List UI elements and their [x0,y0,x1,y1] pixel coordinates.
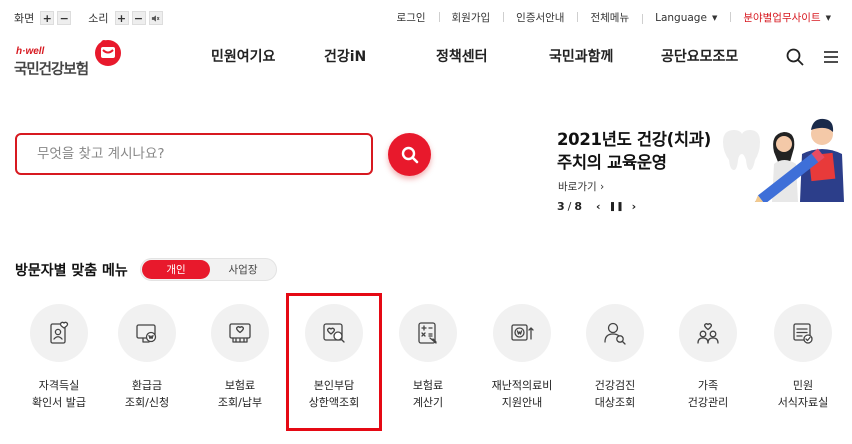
menu-item-premium-payment[interactable]: 보험료 조회/납부 [198,304,282,411]
caret-down-icon: ▼ [711,13,718,22]
top-links: 로그인 회원가입 인증서안내 전체메뉴 Language ▼ 분야별업무사이트 ▼ [384,10,844,25]
nav-policy-center[interactable]: 정책센터 [436,46,488,66]
forms-icon [774,304,832,362]
hamburger-menu-icon[interactable] [821,47,841,67]
screen-zoom-out-button[interactable]: − [57,11,72,25]
menu-item-label-line1: 환급금 [131,379,163,392]
language-label: Language [655,11,707,24]
menu-item-health-checkup[interactable]: 건강검진 대상조회 [573,304,657,411]
menu-item-label-line2: 계산기 [412,396,444,409]
nav-with-people[interactable]: 국민과함께 [549,46,613,66]
banner-title[interactable]: 2021년도 건강(치과) 주치의 교육운영 [557,128,711,174]
menu-item-label-line2: 조회/납부 [217,396,263,409]
menu-item-label-line1: 보험료 [412,379,444,392]
certificate-icon [30,304,88,362]
calculator-icon [399,304,457,362]
sound-label: 소리 [88,12,109,25]
menu-item-refund[interactable]: 환급금 조회/신청 [105,304,189,411]
nav-health-in[interactable]: 건강iN [324,46,366,66]
menu-item-family-health[interactable]: 가족 건강관리 [666,304,750,411]
premium-payment-icon [211,304,269,362]
speaker-icon[interactable] [148,11,163,25]
menu-item-catastrophic-medical-support[interactable]: 재난적의료비 지원안내 [480,304,564,411]
menu-item-label-line2: 서식자료실 [777,396,829,409]
menu-item-premium-calculator[interactable]: 보험료 계산기 [386,304,470,411]
menu-item-label-line1: 가족 [697,379,719,392]
field-sites-select[interactable]: 분야별업무사이트 ▼ [730,10,844,25]
search-icon[interactable] [785,47,805,67]
accessibility-controls: 화면 + − 소리 + − [14,10,180,26]
search-input[interactable] [17,135,371,173]
banner-pause-button[interactable]: ❚❚ [609,202,624,212]
checkup-icon [586,304,644,362]
utility-bar: 화면 + − 소리 + − 로그인 회원가입 인증서안내 전체메뉴 Langua… [0,0,852,34]
search-icon [401,146,418,163]
banner-more-link[interactable]: 바로가기 › [558,179,604,194]
screen-size-label: 화면 [14,12,35,25]
menu-item-label-line2: 지원안내 [501,396,543,409]
banner-prev-button[interactable]: ‹ [596,200,601,213]
menu-item-label-line1: 민원 [792,379,814,392]
menu-item-label-line2: 확인서 발급 [31,396,87,409]
volume-up-button[interactable]: + [114,11,129,25]
menu-item-civil-forms[interactable]: 민원 서식자료실 [761,304,845,411]
banner-title-line1: 2021년도 건강(치과) [557,130,711,149]
banner-controls: 3 / 8 ‹ ❚❚ › [557,200,636,213]
refund-icon [118,304,176,362]
certificate-info-link[interactable]: 인증서안내 [503,10,577,25]
menu-item-label-line2: 건강관리 [687,396,729,409]
menu-item-qualification-certificate[interactable]: 자격득실 확인서 발급 [17,304,101,411]
selection-highlight-box [286,293,382,431]
visitor-type-toggle: 개인 사업장 [140,258,277,281]
banner-page-separator: / [567,200,572,213]
banner-total-pages: 8 [574,200,583,213]
nav-civil-service[interactable]: 민원여기요 [211,46,275,66]
search-button[interactable] [388,133,431,176]
volume-down-button[interactable]: − [131,11,146,25]
tab-individual[interactable]: 개인 [142,260,210,279]
sound-control: 소리 + − [88,10,165,26]
nav-about-corporation[interactable]: 공단요모조모 [661,46,738,66]
main-navigation: 민원여기요 건강iN 정책센터 국민과함께 공단요모조모 [0,46,852,70]
banner-current-page: 3 [557,200,565,213]
menu-item-label-line1: 재난적의료비 [491,379,553,392]
medical-support-icon [493,304,551,362]
menu-item-label-line1: 건강검진 [594,379,636,392]
menu-item-label-line1: 보험료 [224,379,256,392]
screen-zoom-in-button[interactable]: + [40,11,55,25]
banner-next-button[interactable]: › [632,200,637,213]
language-select[interactable]: Language ▼ [642,12,730,24]
menu-item-label-line2: 대상조회 [594,396,636,409]
field-sites-label: 분야별업무사이트 [743,12,821,24]
caret-down-icon: ▼ [825,14,831,22]
menu-item-label-line1: 자격득실 [38,379,80,392]
tab-business[interactable]: 사업장 [211,260,275,279]
screen-size-control: 화면 + − [14,10,74,26]
signup-link[interactable]: 회원가입 [438,10,504,25]
menu-item-label-line2: 조회/신청 [124,396,170,409]
all-menu-link[interactable]: 전체메뉴 [577,10,642,25]
banner-title-line2: 주치의 교육운영 [557,153,667,172]
visitor-menu-title: 방문자별 맞춤 메뉴 [15,263,128,279]
search-box [15,133,373,175]
family-icon [679,304,737,362]
dental-education-illustration [723,118,844,202]
login-link[interactable]: 로그인 [384,10,439,25]
